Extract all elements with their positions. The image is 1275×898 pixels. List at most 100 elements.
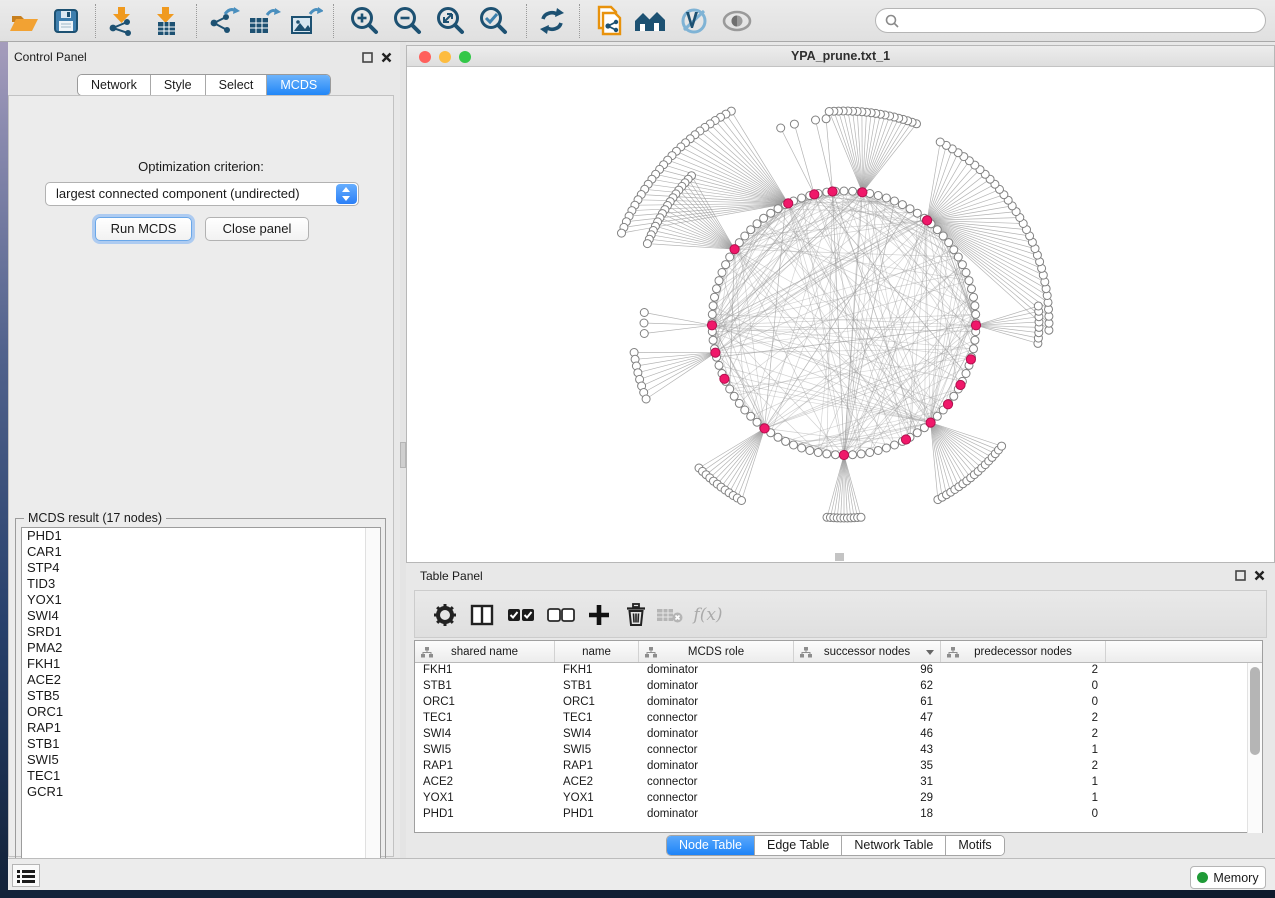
float-table-panel-icon[interactable] xyxy=(1234,569,1247,582)
table-row[interactable]: PHD1PHD1dominator180 xyxy=(415,807,1262,823)
cell: 1 xyxy=(941,775,1106,791)
export-network-icon[interactable] xyxy=(206,4,242,38)
run-mcds-button[interactable]: Run MCDS xyxy=(95,217,192,241)
zoom-out-icon[interactable] xyxy=(389,4,425,38)
refresh-view-icon[interactable] xyxy=(534,4,570,38)
cell: 0 xyxy=(941,679,1106,695)
table-row[interactable]: TEC1TEC1connector472 xyxy=(415,711,1262,727)
import-network-icon[interactable] xyxy=(104,4,140,38)
tab-network[interactable]: Network xyxy=(78,75,151,95)
mcds-result-item[interactable]: STB1 xyxy=(22,736,380,752)
table-panel-title: Table Panel xyxy=(420,569,483,583)
cell: connector xyxy=(639,791,794,807)
mcds-result-item[interactable]: CAR1 xyxy=(22,544,380,560)
column-header-shared-name[interactable]: shared name xyxy=(415,641,555,662)
column-header-successor-nodes[interactable]: successor nodes xyxy=(794,641,941,662)
search-field[interactable] xyxy=(875,8,1266,33)
add-column-icon[interactable] xyxy=(584,601,614,629)
cell: dominator xyxy=(639,679,794,695)
function-builder-icon[interactable]: f(x) xyxy=(693,601,723,629)
mcds-result-item[interactable]: YOX1 xyxy=(22,592,380,608)
tab-motifs[interactable]: Motifs xyxy=(946,836,1003,855)
select-all-icon[interactable] xyxy=(506,601,536,629)
memory-button[interactable]: Memory xyxy=(1190,866,1266,889)
mcds-result-item[interactable]: FKH1 xyxy=(22,656,380,672)
sort-chevron-icon[interactable] xyxy=(926,650,934,655)
tab-network-table[interactable]: Network Table xyxy=(842,836,946,855)
cell: dominator xyxy=(639,727,794,743)
export-table-icon[interactable] xyxy=(246,4,282,38)
mcds-result-item[interactable]: TID3 xyxy=(22,576,380,592)
cell: TEC1 xyxy=(555,711,639,727)
clone-network-icon[interactable] xyxy=(589,4,625,38)
mcds-result-item[interactable]: SRD1 xyxy=(22,624,380,640)
mcds-result-item[interactable]: TEC1 xyxy=(22,768,380,784)
hide-selected-icon[interactable] xyxy=(719,4,755,38)
tab-mcds[interactable]: MCDS xyxy=(267,75,330,95)
zoom-fit-icon[interactable] xyxy=(432,4,468,38)
mcds-result-item[interactable]: GCR1 xyxy=(22,784,380,800)
cell: 2 xyxy=(941,759,1106,775)
mcds-result-item[interactable]: PMA2 xyxy=(22,640,380,656)
show-vizmapper-icon[interactable] xyxy=(676,4,712,38)
mcds-result-item[interactable]: RAP1 xyxy=(22,720,380,736)
table-row[interactable]: ACE2ACE2connector311 xyxy=(415,775,1262,791)
mcds-result-item[interactable]: SWI5 xyxy=(22,752,380,768)
table-row[interactable]: ORC1ORC1dominator610 xyxy=(415,695,1262,711)
network-scroll-handle[interactable] xyxy=(835,553,844,561)
table-body: FKH1FKH1dominator962STB1STB1dominator620… xyxy=(415,663,1262,823)
export-image-icon[interactable] xyxy=(288,4,324,38)
cell: TEC1 xyxy=(415,711,555,727)
table-row[interactable]: FKH1FKH1dominator962 xyxy=(415,663,1262,679)
tab-select[interactable]: Select xyxy=(206,75,268,95)
mcds-result-item[interactable]: ORC1 xyxy=(22,704,380,720)
network-window-titlebar[interactable]: YPA_prune.txt_1 xyxy=(407,46,1274,67)
delete-table-icon[interactable] xyxy=(655,601,685,629)
close-panel-icon[interactable] xyxy=(380,51,393,64)
delete-column-icon[interactable] xyxy=(621,601,651,629)
show-columns-icon[interactable] xyxy=(467,601,497,629)
search-input[interactable] xyxy=(900,14,1240,28)
column-header-MCDS-role[interactable]: MCDS role xyxy=(639,641,794,662)
close-panel-button[interactable]: Close panel xyxy=(205,217,309,241)
zoom-in-icon[interactable] xyxy=(346,4,382,38)
cell: dominator xyxy=(639,663,794,679)
mcds-result-item[interactable]: PHD1 xyxy=(22,528,380,544)
result-list-scrollbar[interactable] xyxy=(365,528,380,882)
table-row[interactable]: RAP1RAP1dominator352 xyxy=(415,759,1262,775)
cell: ACE2 xyxy=(555,775,639,791)
cell: 47 xyxy=(794,711,941,727)
mcds-result-item[interactable]: ACE2 xyxy=(22,672,380,688)
import-table-icon[interactable] xyxy=(148,4,184,38)
table-row[interactable]: STB1STB1dominator620 xyxy=(415,679,1262,695)
first-neighbors-icon[interactable] xyxy=(633,4,669,38)
mcds-result-list[interactable]: PHD1CAR1STP4TID3YOX1SWI4SRD1PMA2FKH1ACE2… xyxy=(21,527,381,883)
column-header-predecessor-nodes[interactable]: predecessor nodes xyxy=(941,641,1106,662)
float-panel-icon[interactable] xyxy=(361,51,374,64)
table-row[interactable]: SWI5SWI5connector431 xyxy=(415,743,1262,759)
mcds-result-item[interactable]: SWI4 xyxy=(22,608,380,624)
tab-style[interactable]: Style xyxy=(151,75,206,95)
mcds-result-item[interactable]: STB5 xyxy=(22,688,380,704)
tab-node-table[interactable]: Node Table xyxy=(667,836,755,855)
table-scrollbar-thumb[interactable] xyxy=(1250,667,1260,755)
table-row[interactable]: SWI4SWI4dominator462 xyxy=(415,727,1262,743)
task-history-button[interactable] xyxy=(12,864,40,887)
column-header-name[interactable]: name xyxy=(555,641,639,662)
control-panel: Control Panel NetworkStyleSelectMCDS Opt… xyxy=(8,45,400,856)
tab-edge-table[interactable]: Edge Table xyxy=(755,836,842,855)
save-session-icon[interactable] xyxy=(48,4,84,38)
toolbar-separator xyxy=(95,4,96,38)
network-graph[interactable] xyxy=(407,67,1274,562)
table-scrollbar[interactable] xyxy=(1247,663,1262,833)
deselect-all-icon[interactable] xyxy=(546,601,576,629)
network-canvas[interactable] xyxy=(407,67,1274,562)
table-settings-gear-icon[interactable] xyxy=(430,601,460,629)
table-row[interactable]: YOX1YOX1connector291 xyxy=(415,791,1262,807)
open-session-icon[interactable] xyxy=(6,4,42,38)
mcds-result-item[interactable]: STP4 xyxy=(22,560,380,576)
optimization-criterion-select[interactable]: largest connected component (undirected) xyxy=(45,182,359,206)
close-table-panel-icon[interactable] xyxy=(1253,569,1266,582)
cell: 46 xyxy=(794,727,941,743)
zoom-selected-icon[interactable] xyxy=(475,4,511,38)
